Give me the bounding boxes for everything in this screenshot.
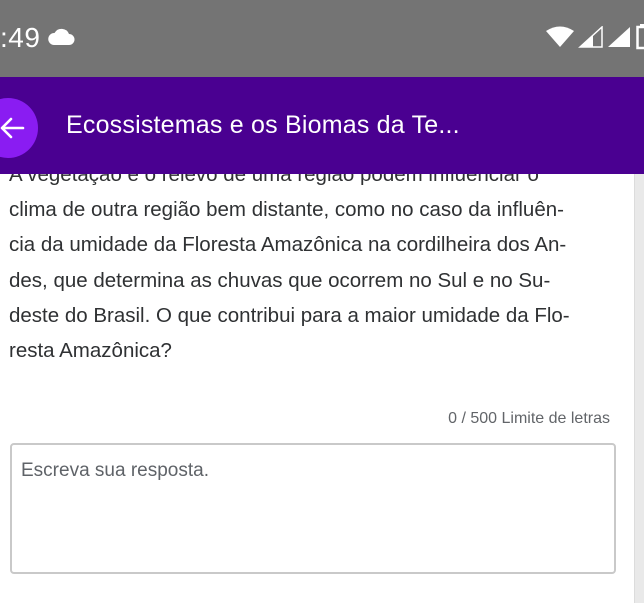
signal-icon xyxy=(608,27,630,47)
question-line: clima de outra região bem distante, como… xyxy=(9,198,564,222)
arrow-left-icon xyxy=(0,117,25,139)
character-limit-label: 500 Limite de letras xyxy=(470,410,610,427)
cloud-icon xyxy=(48,28,75,45)
question-container: A vegetação e o relevo de uma região pod… xyxy=(0,174,634,394)
question-line: resta Amazônica? xyxy=(9,339,172,363)
app-bar: Ecossistemas e os Biomas da Te... xyxy=(0,77,644,174)
answer-input[interactable] xyxy=(10,443,616,574)
question-line: deste do Brasil. O que contribui para a … xyxy=(9,303,570,327)
status-bar: :49 xyxy=(0,0,644,77)
question-line: cia da umidade da Floresta Amazônica na … xyxy=(9,233,567,257)
status-time: :49 xyxy=(0,22,41,53)
page-title: Ecossistemas e os Biomas da Te... xyxy=(66,111,460,139)
scrollbar[interactable] xyxy=(634,174,644,603)
signal-icon xyxy=(578,26,603,48)
counter-separator: / xyxy=(457,410,471,427)
question-line: des, que determina as chuvas que ocorrem… xyxy=(9,268,551,292)
character-counter: 0 / 500 Limite de letras xyxy=(448,410,610,428)
question-line: A vegetação e o relevo de uma região pod… xyxy=(9,174,539,186)
back-button[interactable] xyxy=(0,98,38,158)
character-count: 0 xyxy=(448,410,458,427)
question-text: A vegetação e o relevo de uma região pod… xyxy=(9,174,620,368)
battery-icon xyxy=(636,24,644,50)
wifi-icon xyxy=(546,26,574,47)
